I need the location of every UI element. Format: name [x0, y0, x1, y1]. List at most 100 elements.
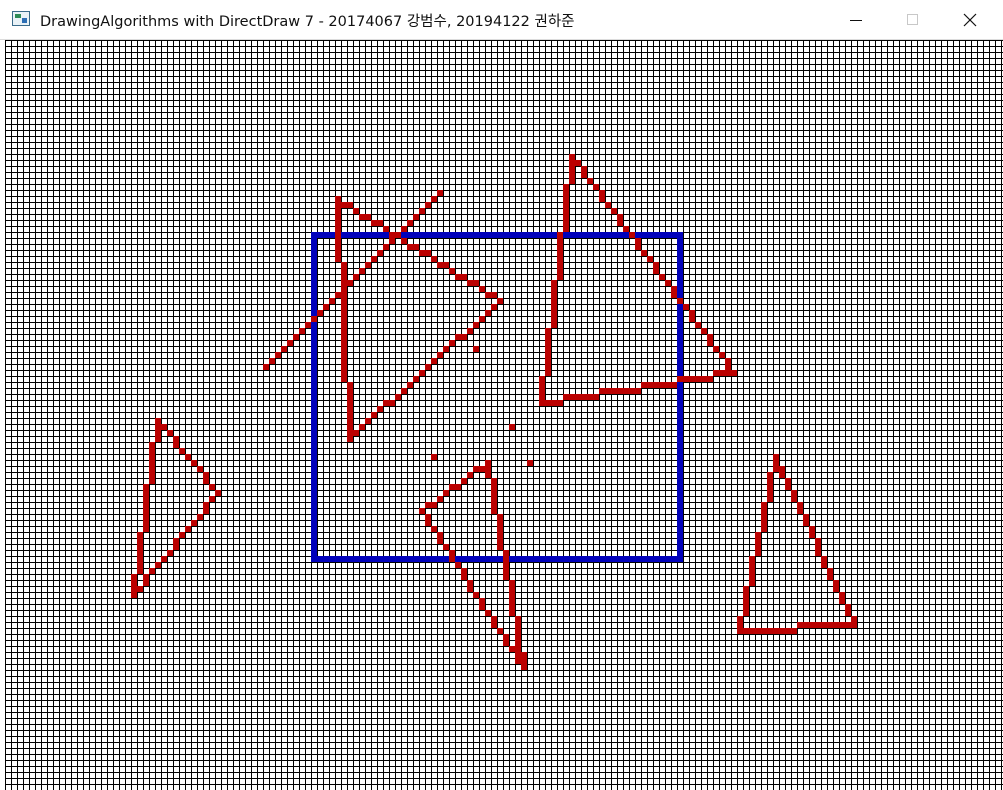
- pixel-cell: [509, 424, 515, 430]
- minimize-button[interactable]: [833, 0, 879, 40]
- pixel-cell: [467, 280, 473, 286]
- pixel-cell: [599, 190, 605, 196]
- pixel-cell: [335, 292, 341, 298]
- pixel-cell: [341, 334, 347, 340]
- pixel-cell: [335, 208, 341, 214]
- pixel-cell: [653, 262, 659, 268]
- pixel-cell: [149, 460, 155, 466]
- pixel-cell: [671, 382, 677, 388]
- pixel-cell: [341, 274, 347, 280]
- pixel-cell: [605, 202, 611, 208]
- pixel-cell: [749, 628, 755, 634]
- pixel-cell: [509, 586, 515, 592]
- pixel-cell: [797, 502, 803, 508]
- pixel-cell: [557, 238, 563, 244]
- pixel-cell: [503, 556, 509, 562]
- pixel-cell: [605, 388, 611, 394]
- pixel-cell: [503, 562, 509, 568]
- pixel-cell: [737, 616, 743, 622]
- pixel-cell: [449, 556, 455, 562]
- pixel-cell: [167, 430, 173, 436]
- pixel-cell: [509, 598, 515, 604]
- pixel-cell: [647, 256, 653, 262]
- title-bar[interactable]: DrawingAlgorithms with DirectDraw 7 - 20…: [0, 0, 1003, 40]
- pixel-cell: [449, 550, 455, 556]
- pixel-cell: [341, 370, 347, 376]
- pixel-cell: [335, 214, 341, 220]
- pixel-cell: [497, 628, 503, 634]
- pixel-grid-canvas[interactable]: [5, 40, 1003, 790]
- pixel-cell: [755, 628, 761, 634]
- pixel-cell: [377, 406, 383, 412]
- pixel-cell: [341, 316, 347, 322]
- pixel-cell: [473, 322, 479, 328]
- pixel-cell: [665, 382, 671, 388]
- pixel-cell: [737, 622, 743, 628]
- pixel-cell: [455, 484, 461, 490]
- pixel-cell: [761, 520, 767, 526]
- pixel-cell: [359, 424, 365, 430]
- pixel-cell: [569, 172, 575, 178]
- pixel-cell: [371, 256, 377, 262]
- pixel-cell: [557, 244, 563, 250]
- pixel-cell: [149, 478, 155, 484]
- pixel-cell: [191, 460, 197, 466]
- pixel-cell: [443, 544, 449, 550]
- pixel-cell: [305, 322, 311, 328]
- pixel-cell: [419, 208, 425, 214]
- pixel-cell: [161, 556, 167, 562]
- pixel-cell: [131, 580, 137, 586]
- pixel-cell: [347, 406, 353, 412]
- pixel-cell: [545, 352, 551, 358]
- pixel-cell: [563, 220, 569, 226]
- pixel-cell: [341, 202, 347, 208]
- pixel-cell: [713, 370, 719, 376]
- pixel-cell: [329, 298, 335, 304]
- pixel-cell: [725, 358, 731, 364]
- pixel-cell: [503, 574, 509, 580]
- pixel-cell: [197, 466, 203, 472]
- pixel-cell: [563, 226, 569, 232]
- pixel-cell: [407, 220, 413, 226]
- pixel-cell: [137, 568, 143, 574]
- pixel-cell: [185, 454, 191, 460]
- pixel-cell: [779, 628, 785, 634]
- pixel-cell: [563, 202, 569, 208]
- pixel-cell: [203, 502, 209, 508]
- pixel-cell: [827, 568, 833, 574]
- close-button[interactable]: [947, 0, 993, 40]
- pixel-cell: [557, 268, 563, 274]
- pixel-cell: [497, 538, 503, 544]
- pixel-cell: [143, 514, 149, 520]
- pixel-cell: [185, 526, 191, 532]
- pixel-cell: [803, 520, 809, 526]
- pixel-cell: [509, 592, 515, 598]
- pixel-cell: [617, 388, 623, 394]
- pixel-cell: [461, 274, 467, 280]
- pixel-cell: [383, 400, 389, 406]
- pixel-cell: [173, 442, 179, 448]
- pixel-cell: [491, 304, 497, 310]
- pixel-cell: [581, 172, 587, 178]
- pixel-cell: [377, 250, 383, 256]
- pixel-cell: [179, 532, 185, 538]
- pixel-cell: [143, 520, 149, 526]
- app-window-icon[interactable]: [12, 11, 30, 26]
- pixel-cell: [137, 562, 143, 568]
- minimize-icon: [850, 20, 862, 21]
- pixel-cell: [689, 316, 695, 322]
- pixel-cell: [587, 394, 593, 400]
- pixel-cell: [743, 610, 749, 616]
- pixel-cell: [779, 472, 785, 478]
- drawing-canvas[interactable]: [5, 40, 1003, 790]
- pixel-cell: [425, 202, 431, 208]
- pixel-cell: [365, 214, 371, 220]
- pixel-cell: [749, 568, 755, 574]
- pixel-cell: [173, 544, 179, 550]
- pixel-cell: [689, 310, 695, 316]
- pixel-cell: [521, 652, 527, 658]
- pixel-cell: [515, 628, 521, 634]
- pixel-cell: [203, 472, 209, 478]
- maximize-button[interactable]: [890, 0, 936, 40]
- pixel-cell: [491, 490, 497, 496]
